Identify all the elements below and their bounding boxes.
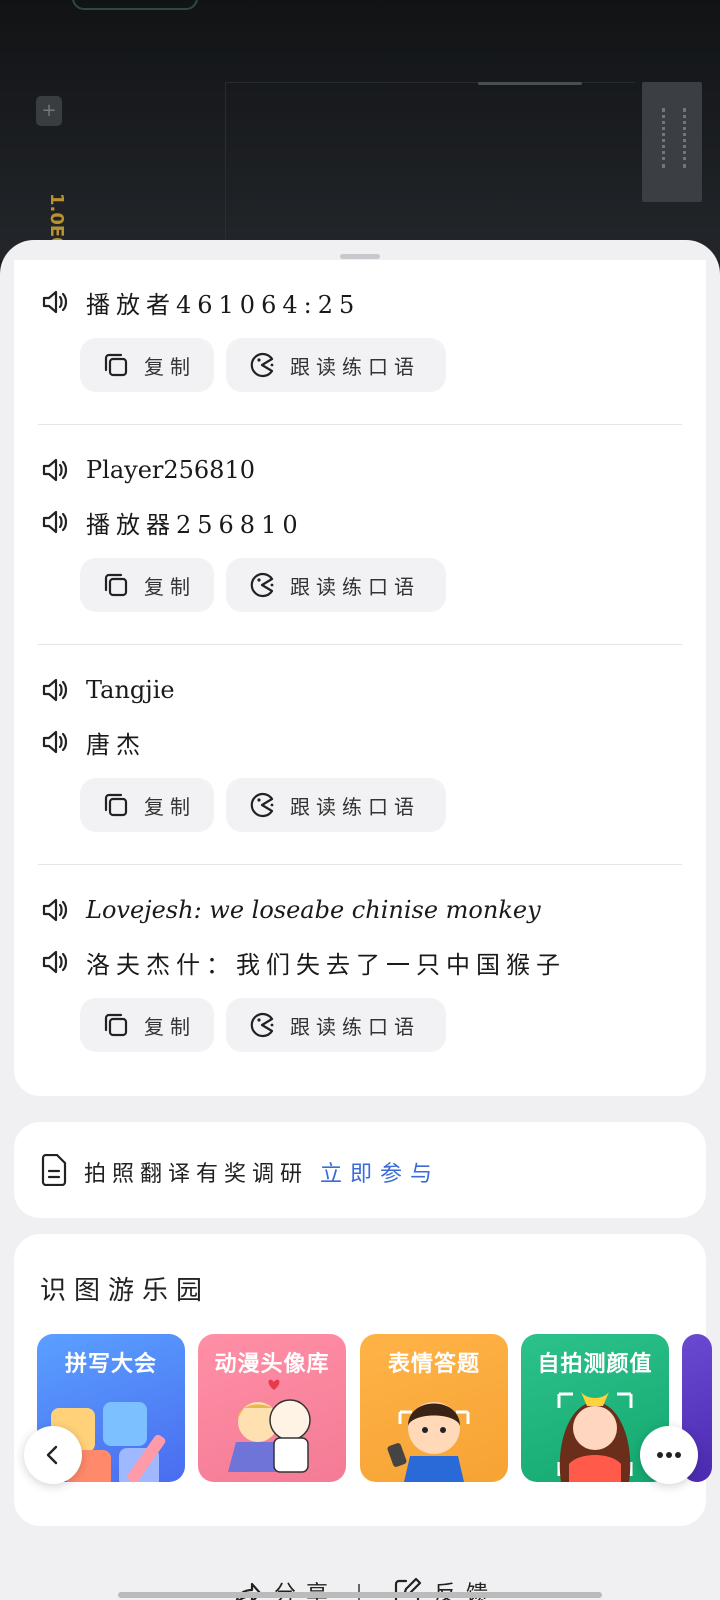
result-sheet: 播放者461064:25 复制 跟读练口语 Player256810 播放器25…: [0, 240, 720, 1600]
copy-label: 复制: [144, 1014, 196, 1039]
divider: [38, 864, 682, 865]
follow-read-button[interactable]: 跟读练口语: [226, 998, 446, 1052]
copy-label: 复制: [144, 574, 196, 599]
add-icon[interactable]: +: [36, 96, 62, 126]
copy-button[interactable]: 复制: [80, 558, 214, 612]
document-icon: [41, 1154, 67, 1186]
join-now-link[interactable]: 立即参与: [320, 1156, 440, 1188]
follow-read-button[interactable]: 跟读练口语: [226, 558, 446, 612]
copy-button[interactable]: 复制: [80, 778, 214, 832]
translation-results-card: 播放者461064:25 复制 跟读练口语 Player256810 播放器25…: [14, 260, 706, 1096]
source-text: Lovejesh: we loseabe chinise monkey: [86, 896, 541, 924]
speaker-icon[interactable]: [40, 727, 70, 757]
copy-label: 复制: [144, 354, 196, 379]
viewfinder-line: [478, 82, 582, 85]
source-text: Tangjie: [86, 676, 175, 704]
zoom-indicator: 1.0E0: [46, 193, 67, 250]
copy-button[interactable]: 复制: [80, 998, 214, 1052]
more-dots-icon: [657, 1452, 681, 1458]
divider: [38, 424, 682, 425]
back-button[interactable]: [24, 1426, 82, 1484]
couple-illustration: [228, 1379, 311, 1473]
more-button[interactable]: [640, 1426, 698, 1484]
copy-icon: [104, 573, 128, 597]
survey-banner[interactable]: 拍照翻译有奖调研 立即参与: [14, 1122, 706, 1218]
home-indicator[interactable]: [118, 1592, 602, 1598]
top-pill: [72, 0, 198, 10]
viewfinder-frame: [225, 82, 635, 262]
follow-read-button[interactable]: 跟读练口语: [226, 338, 446, 392]
follow-read-label: 跟读练口语: [290, 574, 420, 599]
copy-button[interactable]: 复制: [80, 338, 214, 392]
image-playground-card: 识图游乐园 拼写大会 动漫头像库 表情答题 自拍测颜值: [14, 1234, 712, 1526]
source-text: Player256810: [86, 456, 255, 484]
translation-line[interactable]: 唐杰: [40, 722, 146, 762]
mouth-icon: [250, 352, 274, 378]
section-title: 识图游乐园: [40, 1276, 211, 1306]
speaker-icon[interactable]: [40, 455, 70, 485]
tile-emoji-quiz[interactable]: 表情答题: [360, 1334, 508, 1482]
source-line[interactable]: Lovejesh: we loseabe chinise monkey: [40, 890, 541, 930]
follow-read-label: 跟读练口语: [290, 1014, 420, 1039]
tile-anime-avatar[interactable]: 动漫头像库: [198, 1334, 346, 1482]
source-line[interactable]: Player256810: [40, 450, 255, 490]
camera-background: + 1.0E0: [0, 0, 720, 262]
copy-icon: [104, 1013, 128, 1037]
translation-text: 播放器256810: [86, 510, 304, 539]
divider: [38, 644, 682, 645]
copy-icon: [104, 353, 128, 377]
speaker-icon[interactable]: [40, 507, 70, 537]
source-line[interactable]: Tangjie: [40, 670, 175, 710]
translation-text: 播放者461064:25: [86, 290, 361, 319]
follow-read-button[interactable]: 跟读练口语: [226, 778, 446, 832]
translation-line[interactable]: 播放者461064:25: [40, 282, 360, 322]
speaker-icon[interactable]: [40, 895, 70, 925]
girl-illustration: [387, 1402, 470, 1482]
translation-line[interactable]: 洛夫杰什：我们失去了一只中国猴子: [40, 942, 566, 982]
sheet-handle[interactable]: [340, 254, 380, 259]
follow-read-label: 跟读练口语: [290, 794, 420, 819]
speaker-icon[interactable]: [40, 287, 70, 317]
chevron-left-icon: [46, 1445, 58, 1465]
follow-read-label: 跟读练口语: [290, 354, 420, 379]
translation-text: 唐杰: [86, 730, 146, 759]
side-thumbnail[interactable]: [642, 82, 702, 202]
mouth-icon: [250, 792, 274, 818]
translation-text: 洛夫杰什：我们失去了一只中国猴子: [86, 950, 566, 979]
mouth-icon: [250, 572, 274, 598]
mouth-icon: [250, 1012, 274, 1038]
speaker-icon[interactable]: [40, 675, 70, 705]
translation-line[interactable]: 播放器256810: [40, 502, 304, 542]
speaker-icon[interactable]: [40, 947, 70, 977]
survey-text: 拍照翻译有奖调研: [84, 1162, 309, 1187]
copy-icon: [104, 793, 128, 817]
copy-label: 复制: [144, 794, 196, 819]
